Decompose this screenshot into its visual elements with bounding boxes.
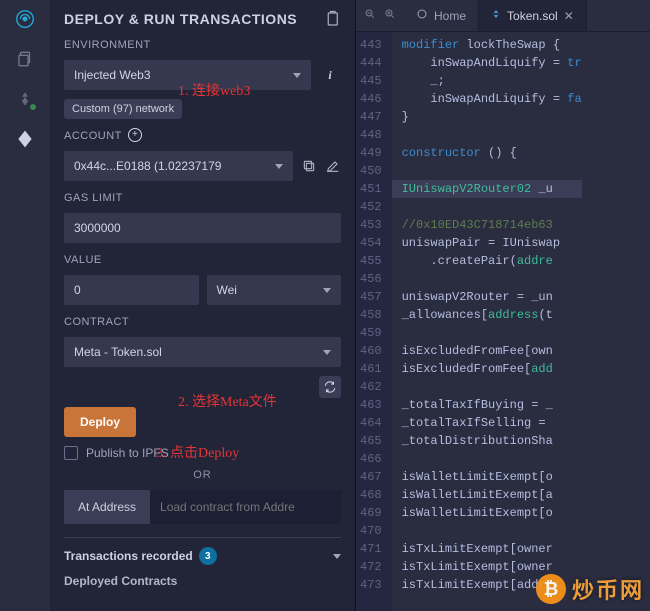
value-unit-select[interactable]: Wei bbox=[207, 275, 342, 305]
deploy-run-panel: DEPLOY & RUN TRANSACTIONS ENVIRONMENT In… bbox=[50, 0, 356, 611]
publish-ipfs-checkbox[interactable]: Publish to IPFS bbox=[64, 446, 341, 460]
add-account-icon[interactable]: + bbox=[128, 128, 142, 142]
chevron-down-icon bbox=[293, 73, 301, 78]
zoom-in-icon[interactable] bbox=[384, 8, 396, 23]
watermark: ₿ 炒币网 bbox=[536, 573, 644, 605]
value-amount-input[interactable] bbox=[64, 275, 199, 305]
line-number-gutter: 4434444454464474484494504514524534544554… bbox=[356, 32, 392, 611]
checkbox-empty-icon bbox=[64, 446, 78, 460]
gas-limit-input[interactable] bbox=[64, 213, 341, 243]
panel-title: DEPLOY & RUN TRANSACTIONS bbox=[64, 11, 297, 27]
value-label: VALUE bbox=[64, 254, 341, 266]
at-address-button[interactable]: At Address bbox=[64, 490, 150, 524]
copy-account-icon[interactable] bbox=[301, 158, 317, 174]
activity-bar bbox=[0, 0, 50, 611]
bitcoin-icon: ₿ bbox=[536, 574, 566, 604]
edit-account-icon[interactable] bbox=[325, 158, 341, 174]
tab-home[interactable]: Home bbox=[404, 0, 479, 31]
tx-count-badge: 3 bbox=[199, 547, 217, 565]
code-content[interactable]: modifier lockTheSwap { inSwapAndLiquify … bbox=[392, 32, 582, 611]
environment-info-icon[interactable]: i bbox=[319, 64, 341, 86]
solidity-file-icon bbox=[491, 8, 501, 23]
chevron-down-icon bbox=[275, 164, 283, 169]
remix-logo-icon[interactable] bbox=[14, 8, 36, 30]
contract-sync-icon[interactable] bbox=[319, 376, 341, 398]
clipboard-icon[interactable] bbox=[323, 10, 341, 28]
tab-token-sol[interactable]: Token.sol ✕ bbox=[479, 0, 587, 31]
solidity-compiler-icon[interactable] bbox=[14, 88, 36, 110]
at-address-input[interactable] bbox=[150, 490, 341, 524]
environment-select[interactable]: Injected Web3 bbox=[64, 60, 311, 90]
account-select[interactable]: 0x44c...E0188 (1.02237179 bbox=[64, 151, 293, 181]
chevron-down-icon bbox=[323, 288, 331, 293]
transactions-recorded-row[interactable]: Transactions recorded 3 bbox=[64, 547, 341, 565]
contract-label: CONTRACT bbox=[64, 316, 341, 328]
account-label: ACCOUNT bbox=[64, 130, 122, 142]
deploy-run-icon[interactable] bbox=[14, 128, 36, 150]
chevron-down-icon bbox=[323, 350, 331, 355]
deployed-contracts-row[interactable]: Deployed Contracts bbox=[64, 574, 341, 588]
compile-success-badge bbox=[28, 102, 38, 112]
zoom-out-icon[interactable] bbox=[364, 8, 376, 23]
contract-select[interactable]: Meta - Token.sol bbox=[64, 337, 341, 367]
editor-tabbar: Home Token.sol ✕ bbox=[356, 0, 650, 32]
divider bbox=[64, 537, 341, 538]
or-divider: OR bbox=[64, 469, 341, 481]
chevron-down-icon bbox=[333, 554, 341, 559]
close-tab-icon[interactable]: ✕ bbox=[564, 9, 574, 23]
home-icon bbox=[416, 8, 428, 23]
editor-pane: Home Token.sol ✕ 44344444544644744844945… bbox=[356, 0, 650, 611]
environment-label: ENVIRONMENT bbox=[64, 39, 341, 51]
deploy-button[interactable]: Deploy bbox=[64, 407, 136, 437]
file-explorer-icon[interactable] bbox=[14, 48, 36, 70]
gas-limit-label: GAS LIMIT bbox=[64, 192, 341, 204]
network-badge: Custom (97) network bbox=[64, 99, 182, 119]
